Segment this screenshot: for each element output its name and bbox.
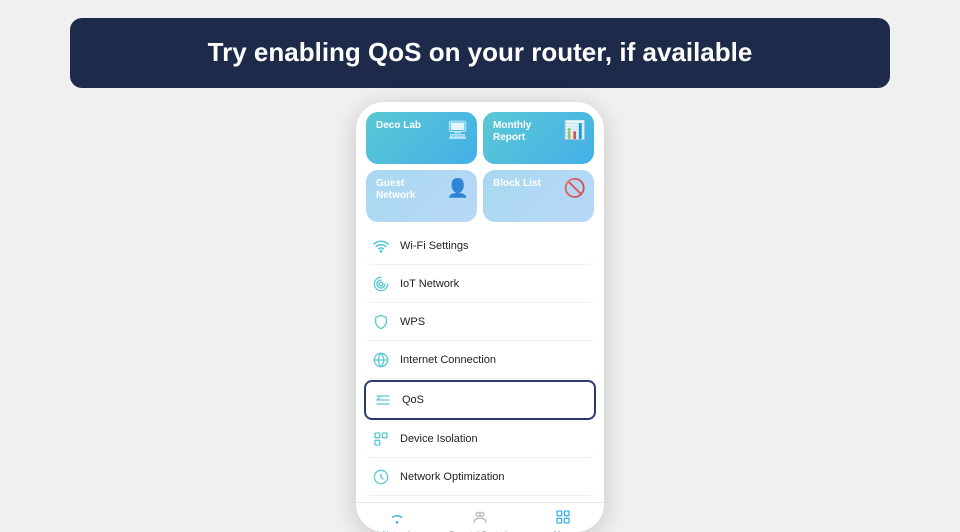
internet-connection-label: Internet Connection xyxy=(400,354,496,366)
nav-item-parental-controls[interactable]: Parental Controls xyxy=(439,509,522,532)
menu-item-wps[interactable]: WPS xyxy=(364,304,596,341)
globe-icon xyxy=(372,351,390,369)
menu-item-iot-network[interactable]: IoT Network xyxy=(364,266,596,303)
tooltip-text: Try enabling QoS on your router, if avai… xyxy=(208,37,753,67)
menu-item-qos[interactable]: QoS xyxy=(364,380,596,420)
tile-block-list-label: Block List xyxy=(493,178,541,190)
qos-label: QoS xyxy=(402,394,424,406)
menu-item-internet-connection[interactable]: Internet Connection xyxy=(364,342,596,379)
wifi-icon xyxy=(372,237,390,255)
tile-guest-network-label: GuestNetwork xyxy=(376,178,415,202)
network-optimization-label: Network Optimization xyxy=(400,471,505,483)
main-container: Try enabling QoS on your router, if avai… xyxy=(0,0,960,532)
nav-item-network[interactable]: Network xyxy=(356,509,439,532)
menu-item-wifi-settings[interactable]: Wi-Fi Settings xyxy=(364,228,596,265)
menu-item-network-optimization[interactable]: Network Optimization xyxy=(364,459,596,496)
isolation-icon xyxy=(372,430,390,448)
optimization-icon xyxy=(372,468,390,486)
nav-network-icon xyxy=(389,509,405,528)
tooltip-banner: Try enabling QoS on your router, if avai… xyxy=(70,18,890,88)
wifi-settings-label: Wi-Fi Settings xyxy=(400,240,468,252)
tile-block-list-icon: 🚫 xyxy=(564,178,586,199)
menu-item-device-isolation[interactable]: Device Isolation xyxy=(364,421,596,458)
tile-monthly-report[interactable]: MonthlyReport 📊 xyxy=(483,112,594,164)
shield-icon xyxy=(372,313,390,331)
tile-block-list[interactable]: Block List 🚫 xyxy=(483,170,594,222)
tile-deco-lab-icon: 🖥 xyxy=(446,120,469,141)
tile-deco-lab[interactable]: Deco Lab 🖥 xyxy=(366,112,477,164)
tile-monthly-report-icon: 📊 xyxy=(564,120,586,141)
bottom-nav: Network Parental Controls xyxy=(356,502,604,532)
tile-deco-lab-label: Deco Lab xyxy=(376,120,421,132)
nav-more-icon xyxy=(555,509,571,528)
tile-monthly-report-label: MonthlyReport xyxy=(493,120,531,144)
qos-icon xyxy=(374,391,392,409)
nav-item-more[interactable]: More xyxy=(521,509,604,532)
phone-frame: Deco Lab 🖥 MonthlyReport 📊 GuestNetwork … xyxy=(356,102,604,532)
tile-guest-network-icon: 👤 xyxy=(447,178,469,199)
nav-parental-icon xyxy=(472,509,488,528)
tile-guest-network[interactable]: GuestNetwork 👤 xyxy=(366,170,477,222)
device-isolation-label: Device Isolation xyxy=(400,433,478,445)
tiles-grid: Deco Lab 🖥 MonthlyReport 📊 GuestNetwork … xyxy=(356,102,604,228)
wps-label: WPS xyxy=(400,316,425,328)
menu-list: Wi-Fi Settings IoT Network xyxy=(356,228,604,496)
iot-icon xyxy=(372,275,390,293)
iot-network-label: IoT Network xyxy=(400,278,459,290)
